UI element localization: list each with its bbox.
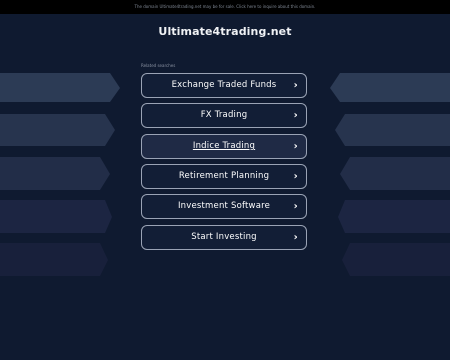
right-arrow-shape: [335, 114, 450, 146]
chevron-right-icon: ›: [293, 110, 298, 121]
left-arrow-shape: [0, 157, 110, 190]
left-arrow-shape: [0, 114, 115, 146]
page: The domain Ultimate4trading.net may be f…: [0, 0, 450, 360]
domain-sale-notice[interactable]: The domain Ultimate4trading.net may be f…: [135, 4, 316, 9]
chevron-right-icon: ›: [293, 171, 298, 182]
left-arrow-shape: [0, 200, 112, 233]
chevron-right-icon: ›: [293, 141, 298, 152]
chevron-right-icon: ›: [293, 80, 298, 91]
related-search-button-retirement-planning[interactable]: Retirement Planning ›: [141, 164, 307, 189]
related-searches-heading: Related searches: [141, 63, 176, 68]
related-search-button-investment-software[interactable]: Investment Software ›: [141, 194, 307, 219]
right-arrow-shape: [340, 157, 450, 190]
related-search-label: Start Investing: [191, 232, 257, 242]
related-search-label: Retirement Planning: [178, 171, 270, 181]
chevron-right-icon: ›: [293, 232, 298, 243]
related-search-button-indice-trading[interactable]: Indice Trading ›: [141, 134, 307, 159]
right-arrow-shape: [338, 200, 450, 233]
left-arrow-shape: [0, 243, 108, 276]
related-search-label: FX Trading: [200, 110, 248, 120]
related-search-label: Investment Software: [177, 201, 271, 211]
site-title: Ultimate4trading.net: [158, 25, 292, 38]
right-arrow-shape: [342, 243, 450, 276]
left-arrow-shape: [0, 73, 120, 102]
related-search-button-start-investing[interactable]: Start Investing ›: [141, 225, 307, 250]
chevron-right-icon: ›: [293, 201, 298, 212]
domain-sale-banner[interactable]: The domain Ultimate4trading.net may be f…: [0, 0, 450, 14]
related-search-button-exchange-traded-funds[interactable]: Exchange Traded Funds ›: [141, 73, 307, 98]
right-arrow-shape: [330, 73, 450, 102]
related-search-label: Indice Trading: [192, 141, 256, 151]
related-search-button-fx-trading[interactable]: FX Trading ›: [141, 103, 307, 128]
related-search-label: Exchange Traded Funds: [171, 80, 277, 90]
